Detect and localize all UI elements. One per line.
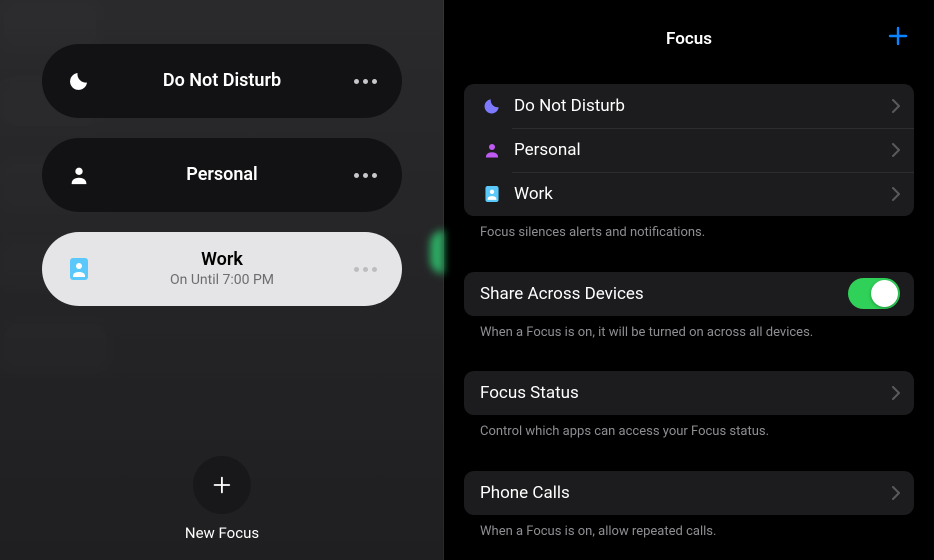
share-group: Share Across Devices <box>464 272 914 316</box>
phone-calls-group: Phone Calls <box>464 471 914 515</box>
focus-status-footer: Control which apps can access your Focus… <box>464 415 914 441</box>
chevron-right-icon <box>892 99 900 113</box>
focus-status-group: Focus Status <box>464 371 914 415</box>
share-footer: When a Focus is on, it will be turned on… <box>464 316 914 342</box>
focus-card-title: Do Not Disturb <box>163 71 281 91</box>
focus-card-dnd[interactable]: Do Not Disturb <box>42 44 402 118</box>
badge-icon <box>64 254 94 284</box>
chevron-right-icon <box>892 143 900 157</box>
share-row[interactable]: Share Across Devices <box>464 272 914 316</box>
plus-icon <box>193 456 251 514</box>
page-title: Focus <box>666 29 712 49</box>
chevron-right-icon <box>892 486 900 500</box>
share-toggle[interactable] <box>848 278 900 309</box>
focus-control-overlay: Do Not Disturb Personal Work On Until 7:… <box>0 0 444 560</box>
focus-status-label: Focus Status <box>480 383 892 403</box>
more-icon[interactable] <box>350 267 380 272</box>
focus-card-personal[interactable]: Personal <box>42 138 402 212</box>
mode-label: Work <box>514 184 892 204</box>
phone-calls-footer: When a Focus is on, allow repeated calls… <box>464 515 914 541</box>
focus-card-title: Work <box>201 250 243 270</box>
new-focus-label: New Focus <box>185 524 259 542</box>
phone-calls-label: Phone Calls <box>480 483 892 503</box>
person-icon <box>478 141 506 159</box>
chevron-right-icon <box>892 187 900 201</box>
more-icon[interactable] <box>350 79 380 84</box>
focus-card-title: Personal <box>186 165 257 185</box>
focus-modes-group: Do Not Disturb Personal Work <box>464 84 914 216</box>
focus-card-work[interactable]: Work On Until 7:00 PM <box>42 232 402 306</box>
mode-row-personal[interactable]: Personal <box>464 128 914 172</box>
mode-row-dnd[interactable]: Do Not Disturb <box>464 84 914 128</box>
mode-label: Do Not Disturb <box>514 96 892 116</box>
badge-icon <box>478 184 506 204</box>
mode-row-work[interactable]: Work <box>464 172 914 216</box>
focus-card-subtitle: On Until 7:00 PM <box>170 272 274 289</box>
add-button[interactable] <box>886 24 910 48</box>
moon-icon <box>64 66 94 96</box>
share-label: Share Across Devices <box>480 284 848 304</box>
more-icon[interactable] <box>350 173 380 178</box>
focus-card-body: Personal <box>94 165 350 185</box>
new-focus-button[interactable]: New Focus <box>185 456 259 542</box>
green-edge-blob <box>430 230 444 274</box>
focus-card-body: Work On Until 7:00 PM <box>94 250 350 289</box>
header: Focus <box>464 24 914 54</box>
phone-calls-row[interactable]: Phone Calls <box>464 471 914 515</box>
focus-status-row[interactable]: Focus Status <box>464 371 914 415</box>
focus-card-body: Do Not Disturb <box>94 71 350 91</box>
person-icon <box>64 160 94 190</box>
focus-settings-panel: Focus Do Not Disturb Personal <box>444 0 934 560</box>
chevron-right-icon <box>892 386 900 400</box>
mode-label: Personal <box>514 140 892 160</box>
modes-footer: Focus silences alerts and notifications. <box>464 216 914 242</box>
moon-icon <box>478 96 506 116</box>
